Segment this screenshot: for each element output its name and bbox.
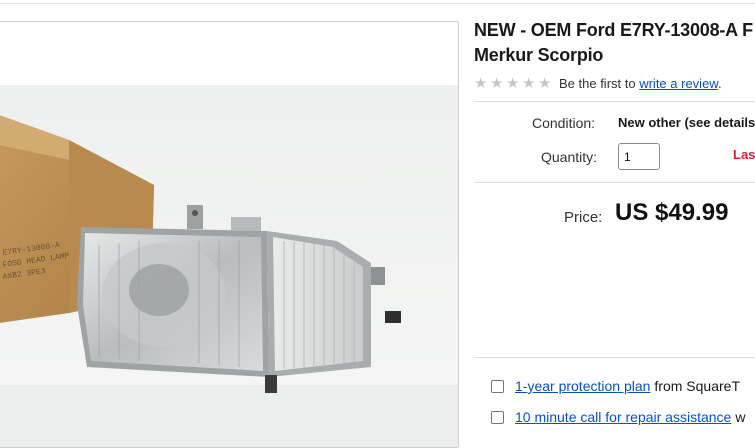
repair-call-rest: w [735, 409, 746, 425]
star-icon: ★ [522, 74, 536, 92]
availability-text: Las [733, 147, 755, 162]
rating-prompt: Be the first to write a review. [559, 76, 722, 91]
repair-call-checkbox[interactable] [491, 410, 504, 424]
condition-label: Condition: [532, 115, 596, 131]
product-photo[interactable]: E7RY-13008-A FOSD HEAD LAMP AXB2 3PE3 [0, 85, 458, 447]
star-icon: ★ [490, 74, 504, 92]
protection-plan-provider: from SquareT [654, 378, 741, 394]
rating-row: ★ ★ ★ ★ ★ Be the first to write a review… [474, 74, 722, 92]
rating-suffix: . [717, 75, 722, 91]
top-divider [0, 3, 755, 4]
listing-title: NEW - OEM Ford E7RY-13008-A F Merkur Sco… [474, 18, 755, 68]
star-icon: ★ [538, 74, 552, 92]
addon-protection-plan: 1-year protection plan from SquareT [491, 376, 740, 396]
star-icon: ★ [474, 74, 488, 92]
star-icon: ★ [506, 74, 520, 92]
listing-title-line2: Merkur Scorpio [474, 45, 604, 65]
section-divider [474, 182, 755, 183]
listing-title-line1: NEW - OEM Ford E7RY-13008-A [474, 20, 738, 40]
product-image-panel[interactable]: E7RY-13008-A FOSD HEAD LAMP AXB2 3PE3 [0, 21, 459, 448]
addon-repair-call: 10 minute call for repair assistance w [491, 407, 745, 427]
write-review-link[interactable]: write a review [639, 76, 718, 91]
protection-plan-link[interactable]: 1-year protection plan [515, 378, 650, 394]
protection-plan-checkbox[interactable] [491, 379, 504, 393]
listing-title-cut: F [742, 20, 753, 40]
quantity-input[interactable] [618, 143, 660, 170]
rating-prefix: Be the first to [559, 75, 636, 91]
price-value: US $49.99 [615, 199, 729, 226]
star-rating: ★ ★ ★ ★ ★ [474, 76, 553, 91]
price-label: Price: [564, 209, 603, 226]
section-divider [474, 357, 755, 358]
repair-call-link[interactable]: 10 minute call for repair assistance [515, 409, 731, 425]
quantity-label: Quantity: [541, 149, 598, 165]
condition-value: New other (see details [618, 115, 755, 130]
section-divider [474, 101, 755, 102]
